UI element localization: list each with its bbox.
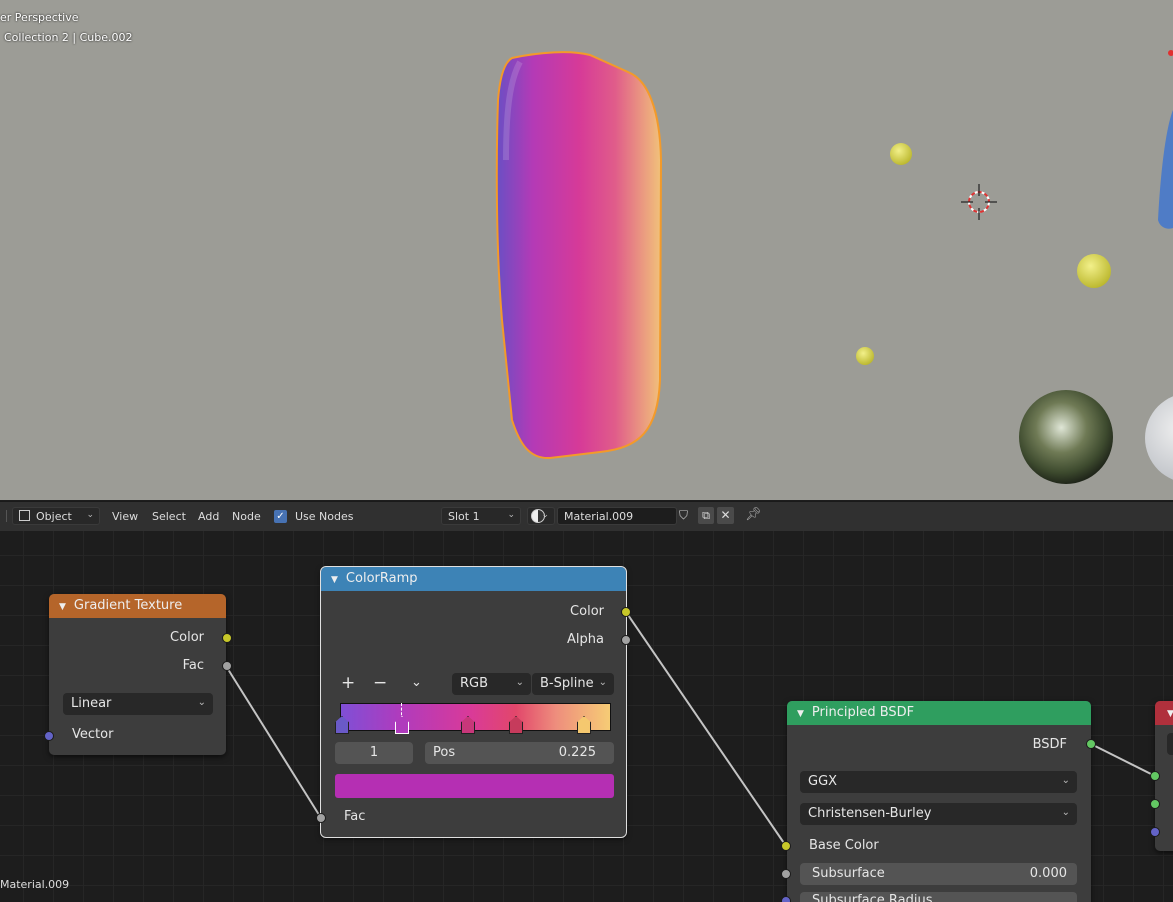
- collapse-triangle-icon[interactable]: ▼: [59, 602, 66, 612]
- output-color-label: Color: [570, 604, 604, 619]
- chevron-down-icon: ⌄: [515, 677, 524, 688]
- node-editor-canvas[interactable]: ▼ Gradient Texture Color Fac Linear ⌄ Vect…: [0, 531, 1173, 902]
- viewport-breadcrumb: Collection 2 | Cube.002: [4, 31, 133, 44]
- subsurface-method-dropdown[interactable]: Christensen-Burley ⌄: [800, 803, 1077, 825]
- principled-bsdf-node[interactable]: ▼ Principled BSDF BSDF GGX ⌄ Christensen-B…: [787, 701, 1091, 902]
- material-name-field[interactable]: Material.009: [557, 507, 677, 525]
- ramp-menu-chevron-icon[interactable]: ⌄: [411, 675, 422, 690]
- chevron-down-icon: ⌄: [1061, 807, 1070, 818]
- viewport-title: er Perspective: [0, 11, 79, 24]
- chevron-down-icon: ⌄: [1061, 775, 1070, 786]
- stop-color-swatch[interactable]: [335, 774, 614, 798]
- interpolation-dropdown[interactable]: B-Spline ⌄: [532, 673, 614, 695]
- color-mode-dropdown[interactable]: RGB ⌄: [452, 673, 531, 695]
- volume-input-socket[interactable]: [1150, 799, 1160, 809]
- yellow-sphere: [1077, 254, 1111, 288]
- surface-input-socket[interactable]: [1150, 771, 1160, 781]
- gradient-color-output-socket[interactable]: [222, 633, 232, 643]
- link-fac-to-fac: [225, 665, 322, 819]
- editor-material-label: Material.009: [0, 878, 70, 891]
- colorramp-alpha-output-socket[interactable]: [621, 635, 631, 645]
- output-alpha-label: Alpha: [567, 632, 604, 647]
- input-fac-label: Fac: [344, 809, 366, 824]
- pos-value: 0.225: [558, 745, 596, 760]
- node-editor-header: Object ⌄ View Select Add Node ✓ Use Nodes…: [0, 501, 1173, 531]
- bsdf-output-socket[interactable]: [1086, 739, 1096, 749]
- chevron-down-icon: ⌄: [541, 510, 549, 520]
- node-header[interactable]: ▼ ColorRamp: [321, 567, 626, 591]
- selected-object: [495, 51, 663, 460]
- distribution-dropdown[interactable]: GGX ⌄: [800, 771, 1077, 793]
- chevron-down-icon: ⌄: [507, 510, 515, 520]
- menu-add[interactable]: Add: [198, 510, 219, 523]
- subsurface-input-socket[interactable]: [781, 869, 791, 879]
- link-bsdf-to-output: [1090, 743, 1156, 777]
- hdri-preview-sphere: [1019, 390, 1113, 484]
- fake-user-shield-icon[interactable]: ⛉: [679, 508, 693, 524]
- yellow-sphere: [890, 143, 912, 165]
- white-sphere: [1145, 396, 1173, 480]
- color-ramp-bar[interactable]: [340, 703, 611, 731]
- 3d-cursor: [961, 184, 997, 220]
- 3d-viewport[interactable]: er Perspective Collection 2 | Cube.002: [0, 0, 1173, 500]
- editor-type-edge[interactable]: [0, 510, 7, 522]
- output-fac-label: Fac: [182, 658, 204, 673]
- colorramp-color-output-socket[interactable]: [621, 607, 631, 617]
- output-bsdf-label: BSDF: [1032, 737, 1067, 752]
- slot-dropdown[interactable]: Slot 1 ⌄: [441, 507, 521, 525]
- material-browse-button[interactable]: ⌄: [527, 507, 555, 525]
- viewport-scene: [495, 50, 1173, 484]
- gradient-texture-node[interactable]: ▼ Gradient Texture Color Fac Linear ⌄ Vect…: [49, 594, 226, 755]
- colorramp-node[interactable]: ▼ ColorRamp Color Alpha + − ⌄ RGB ⌄ B-Spli…: [320, 566, 627, 838]
- input-vector-label: Vector: [72, 727, 114, 742]
- input-base-color-label: Base Color: [809, 838, 879, 853]
- unlink-close-icon[interactable]: ✕: [717, 507, 734, 524]
- menu-view[interactable]: View: [112, 510, 138, 523]
- gradient-fac-output-socket[interactable]: [222, 661, 232, 671]
- chevron-down-icon: ⌄: [197, 697, 206, 708]
- object-mode-icon: [19, 510, 30, 521]
- collapse-triangle-icon[interactable]: ▼: [797, 709, 804, 719]
- subsurface-radius-field[interactable]: Subsurface Radius: [800, 892, 1077, 902]
- target-dropdown[interactable]: [1167, 733, 1173, 755]
- pos-label: Pos: [433, 745, 456, 760]
- link-color-to-basecolor: [625, 611, 787, 847]
- subsurface-radius-input-socket[interactable]: [781, 896, 791, 902]
- yellow-sphere: [856, 347, 874, 365]
- menu-node[interactable]: Node: [232, 510, 261, 523]
- stop-index-field[interactable]: 1: [335, 742, 413, 764]
- gradient-type-dropdown[interactable]: Linear ⌄: [63, 693, 213, 715]
- mode-dropdown[interactable]: Object ⌄: [12, 507, 100, 525]
- menu-select[interactable]: Select: [152, 510, 186, 523]
- remove-stop-button[interactable]: −: [373, 673, 387, 693]
- node-header[interactable]: ▼: [1155, 701, 1173, 725]
- use-nodes-checkbox[interactable]: ✓: [274, 510, 287, 523]
- use-nodes-label: Use Nodes: [295, 510, 354, 523]
- gradient-vector-input-socket[interactable]: [44, 731, 54, 741]
- collapse-triangle-icon[interactable]: ▼: [331, 575, 338, 585]
- chevron-down-icon: ⌄: [598, 677, 607, 688]
- displacement-input-socket[interactable]: [1150, 827, 1160, 837]
- subsurface-field[interactable]: Subsurface 0.000: [800, 863, 1077, 885]
- stop-position-field[interactable]: Pos 0.225: [425, 742, 614, 764]
- add-stop-button[interactable]: +: [341, 673, 355, 693]
- node-header[interactable]: ▼ Gradient Texture: [49, 594, 226, 618]
- colorramp-fac-input-socket[interactable]: [316, 813, 326, 823]
- pin-icon[interactable]: 📌︎: [745, 507, 762, 522]
- node-header[interactable]: ▼ Principled BSDF: [787, 701, 1091, 725]
- collapse-triangle-icon[interactable]: ▼: [1167, 709, 1173, 719]
- base-color-input-socket[interactable]: [781, 841, 791, 851]
- chevron-down-icon: ⌄: [86, 510, 94, 520]
- output-color-label: Color: [170, 630, 204, 645]
- duplicate-material-icon[interactable]: ⧉: [698, 507, 714, 524]
